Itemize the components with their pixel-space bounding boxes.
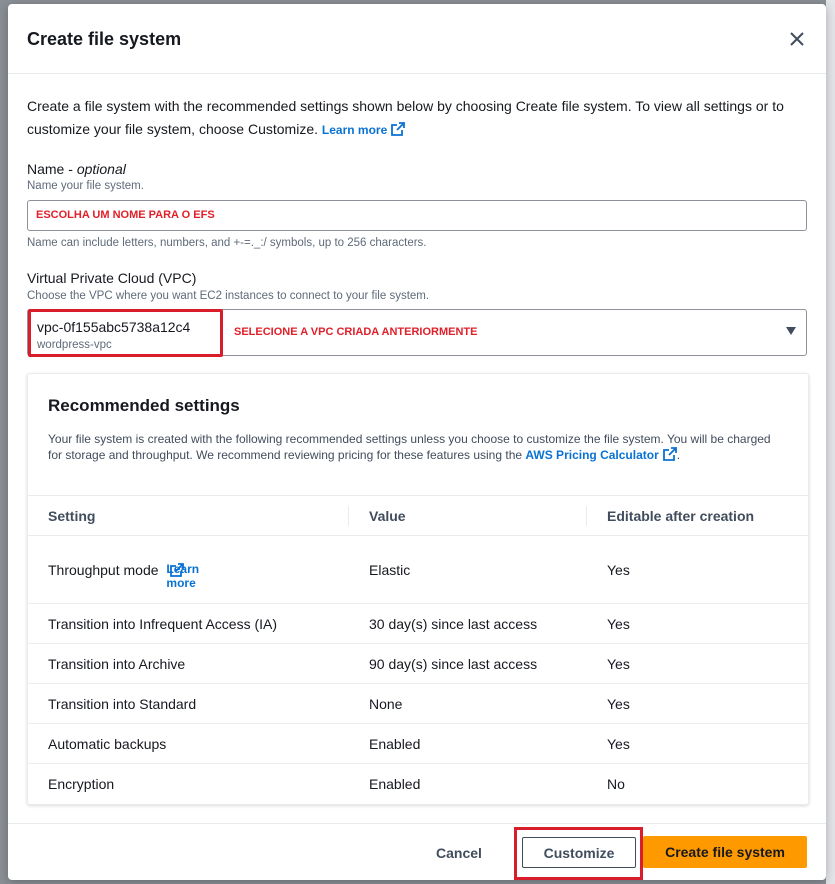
value-cell: None xyxy=(369,696,403,712)
modal-title: Create file system xyxy=(27,29,182,49)
optional-tag: optional xyxy=(76,161,126,177)
editable-cell: Yes xyxy=(607,656,630,672)
throughput-learn-more-link[interactable]: Learn more xyxy=(166,562,199,590)
vpc-select[interactable]: vpc-0f155abc5738a12c4 wordpress-vpc SELE… xyxy=(27,309,807,357)
setting-cell: Transition into Archive xyxy=(48,656,186,672)
name-description: Name your file system. xyxy=(27,180,144,192)
vpc-name: wordpress-vpc xyxy=(37,339,112,351)
table-row: Throughput mode Learn more Elastic Yes xyxy=(28,536,808,604)
value-cell: 30 day(s) since last access xyxy=(369,616,538,632)
table-row: Transition into Infrequent Access (IA) 3… xyxy=(28,604,808,644)
vpc-label: Virtual Private Cloud (VPC) xyxy=(27,270,197,286)
setting-text: Throughput mode xyxy=(48,562,159,578)
name-input-value: ESCOLHA UM NOME PARA O EFS xyxy=(36,209,215,221)
pricing-calculator-label: AWS Pricing Calculator xyxy=(525,448,659,462)
setting-cell: Automatic backups xyxy=(48,736,167,752)
external-link-icon xyxy=(662,447,677,461)
column-setting: Setting xyxy=(48,508,96,524)
learn-more-label: Learn more xyxy=(166,562,200,590)
external-link-icon xyxy=(391,122,406,136)
value-cell: Elastic xyxy=(369,562,411,578)
close-button[interactable] xyxy=(786,28,808,50)
setting-cell: Encryption xyxy=(48,776,115,792)
close-icon xyxy=(790,32,804,46)
name-label-text: Name xyxy=(27,161,65,177)
editable-cell: Yes xyxy=(607,736,630,752)
table-row: Encryption Enabled No xyxy=(28,764,808,803)
table-row: Automatic backups Enabled Yes xyxy=(28,724,808,764)
cancel-button[interactable]: Cancel xyxy=(436,845,482,861)
editable-cell: Yes xyxy=(607,616,630,632)
value-cell: Enabled xyxy=(369,736,421,752)
pricing-calculator-link[interactable]: AWS Pricing Calculator xyxy=(525,447,677,462)
description-end: . xyxy=(676,448,681,462)
table-header: Setting Value Editable after creation xyxy=(28,495,808,536)
column-editable: Editable after creation xyxy=(607,508,755,524)
recommended-description: Your file system is created with the fol… xyxy=(48,431,778,463)
intro-copy: Create a file system with the recommende… xyxy=(27,98,784,137)
caret-down-icon xyxy=(786,327,796,335)
table-row: Transition into Standard None Yes xyxy=(28,684,808,724)
column-divider xyxy=(348,506,349,526)
column-divider xyxy=(586,506,587,526)
vpc-id: vpc-0f155abc5738a12c4 xyxy=(37,319,191,335)
recommended-settings-panel: Recommended settings Your file system is… xyxy=(27,373,809,805)
editable-cell: Yes xyxy=(607,696,630,712)
create-file-system-modal: Create file system Create a file system … xyxy=(8,4,826,880)
create-file-system-button[interactable]: Create file system xyxy=(643,836,807,868)
vpc-description: Choose the VPC where you want EC2 instan… xyxy=(27,290,430,302)
editable-cell: Yes xyxy=(607,562,630,578)
table-row: Transition into Archive 90 day(s) since … xyxy=(28,644,808,684)
intro-text: Create a file system with the recommende… xyxy=(27,95,817,142)
background-page xyxy=(826,0,835,884)
learn-more-label: Learn more xyxy=(321,123,388,137)
settings-table: Setting Value Editable after creation Th… xyxy=(28,495,808,803)
name-input[interactable]: ESCOLHA UM NOME PARA O EFS xyxy=(27,200,807,231)
value-cell: 90 day(s) since last access xyxy=(369,656,538,672)
name-label: Name - optional xyxy=(27,161,126,177)
name-constraint: Name can include letters, numbers, and +… xyxy=(27,237,427,249)
modal-footer: Cancel Customize Create file system xyxy=(8,823,826,880)
modal-header: Create file system xyxy=(8,4,826,74)
vpc-annotation: SELECIONE A VPC CRIADA ANTERIORMENTE xyxy=(234,326,478,338)
value-cell: Enabled xyxy=(369,776,421,792)
column-value: Value xyxy=(369,508,406,524)
setting-cell: Throughput mode Learn more xyxy=(48,562,199,590)
setting-cell: Transition into Infrequent Access (IA) xyxy=(48,616,278,632)
customize-button[interactable]: Customize xyxy=(522,837,636,868)
editable-cell: No xyxy=(607,776,625,792)
learn-more-link[interactable]: Learn more xyxy=(321,122,406,137)
recommended-title: Recommended settings xyxy=(48,396,240,415)
setting-cell: Transition into Standard xyxy=(48,696,197,712)
